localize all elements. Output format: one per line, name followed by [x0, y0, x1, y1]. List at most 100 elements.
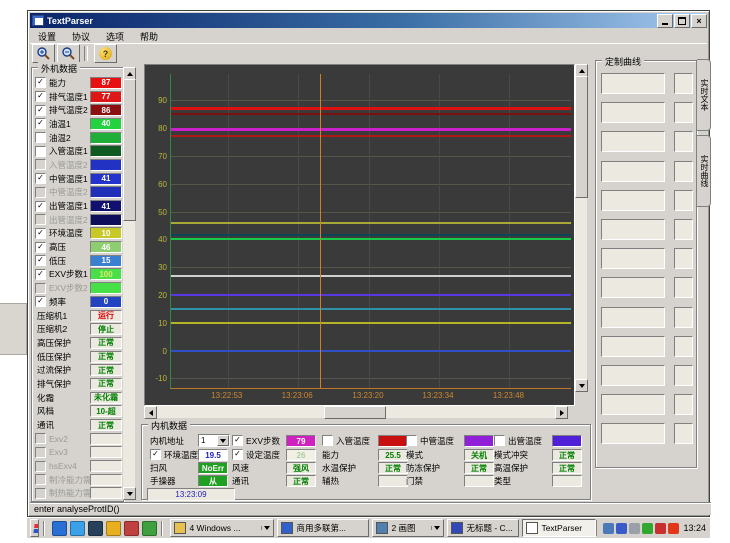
dropdown-button[interactable] [217, 435, 229, 446]
custom-curve-field[interactable] [601, 307, 665, 328]
checkbox[interactable]: ✓ [35, 118, 46, 129]
indoor-address-select[interactable]: 1 [198, 434, 230, 447]
chart-hscrollbar[interactable] [144, 406, 568, 418]
checkbox[interactable]: ✓ [35, 173, 46, 184]
scroll-left-button[interactable] [144, 406, 157, 419]
show-desktop-icon[interactable] [88, 521, 103, 536]
checkbox[interactable] [35, 447, 46, 458]
custom-curve-color-field[interactable] [674, 336, 693, 357]
custom-curve-field[interactable] [601, 131, 665, 152]
custom-curve-field[interactable] [601, 423, 665, 444]
custom-curve-color-field[interactable] [674, 248, 693, 269]
checkbox[interactable] [35, 474, 46, 485]
checkbox[interactable] [35, 488, 46, 499]
custom-curve-color-field[interactable] [674, 131, 693, 152]
checkbox[interactable] [35, 146, 46, 157]
custom-curve-color-field[interactable] [674, 423, 693, 444]
menu-item-1[interactable]: 协议 [64, 29, 98, 44]
scroll-right-button[interactable] [555, 406, 568, 419]
side-tab-1[interactable]: 实时曲线 [697, 135, 711, 207]
checkbox[interactable]: ✓ [232, 449, 243, 460]
title-bar[interactable]: TextParser × [30, 13, 707, 28]
zoom-in-button[interactable] [32, 44, 55, 63]
custom-curve-field[interactable] [601, 73, 665, 94]
custom-curve-field[interactable] [601, 336, 665, 357]
minimize-button[interactable] [657, 14, 673, 28]
checkbox[interactable] [35, 159, 46, 170]
custom-curve-field[interactable] [601, 190, 665, 211]
custom-curve-color-field[interactable] [674, 161, 693, 182]
chart-cursor[interactable] [320, 74, 321, 388]
messenger-icon[interactable] [616, 523, 627, 534]
checkbox[interactable] [35, 214, 46, 225]
checkbox[interactable]: ✓ [35, 255, 46, 266]
menu-item-3[interactable]: 帮助 [132, 29, 166, 44]
checkbox[interactable] [406, 435, 417, 446]
checkbox[interactable]: ✓ [35, 242, 46, 253]
task-button-4[interactable]: TextParser [522, 519, 596, 537]
checkbox[interactable]: ✓ [150, 449, 161, 460]
custom-curve-color-field[interactable] [674, 73, 693, 94]
group-dropdown-button[interactable] [431, 526, 440, 530]
checkbox[interactable] [35, 283, 46, 294]
custom-curve-field[interactable] [601, 277, 665, 298]
custom-curve-color-field[interactable] [674, 277, 693, 298]
power-icon[interactable] [668, 523, 679, 534]
custom-curve-field[interactable] [601, 394, 665, 415]
checkbox[interactable]: ✓ [35, 228, 46, 239]
scroll-down-button[interactable] [575, 379, 588, 392]
checkbox[interactable]: ✓ [35, 269, 46, 280]
checkbox[interactable] [35, 461, 46, 472]
outdoor-panel-scrollbar[interactable] [123, 67, 135, 500]
custom-curve-field[interactable] [601, 365, 665, 386]
help-button[interactable]: ? [94, 44, 117, 63]
custom-curve-color-field[interactable] [674, 219, 693, 240]
custom-curve-field[interactable] [601, 248, 665, 269]
group-dropdown-button[interactable] [261, 526, 270, 530]
checkbox[interactable] [35, 187, 46, 198]
task-button-1[interactable]: 商用多联第... [277, 519, 369, 537]
custom-curve-color-field[interactable] [674, 190, 693, 211]
custom-curve-color-field[interactable] [674, 394, 693, 415]
checkbox[interactable]: ✓ [35, 105, 46, 116]
checkbox[interactable]: ✓ [232, 435, 243, 446]
start-button[interactable]: 开始 [30, 519, 39, 537]
checkbox[interactable] [35, 433, 46, 444]
task-button-3[interactable]: 无标题 - C... [447, 519, 519, 537]
task-button-0[interactable]: 4 Windows ... [170, 519, 274, 537]
custom-curve-field[interactable] [601, 102, 665, 123]
printer-icon[interactable] [603, 523, 614, 534]
app-icon[interactable] [142, 521, 157, 536]
scroll-thumb[interactable] [324, 406, 386, 419]
chart-vscrollbar[interactable] [575, 64, 587, 392]
antivirus-icon[interactable] [655, 523, 666, 534]
side-tab-0[interactable]: 实时文本 [697, 59, 711, 131]
scroll-down-button[interactable] [123, 487, 136, 500]
checkbox[interactable]: ✓ [35, 77, 46, 88]
plot-area[interactable] [170, 74, 571, 389]
checkbox[interactable] [494, 435, 505, 446]
close-button[interactable]: × [691, 14, 707, 28]
menu-item-0[interactable]: 设置 [30, 29, 64, 44]
monitor-green-icon[interactable] [642, 523, 653, 534]
custom-curve-color-field[interactable] [674, 307, 693, 328]
checkbox[interactable]: ✓ [35, 201, 46, 212]
task-button-2[interactable]: 2 画图 [372, 519, 444, 537]
checkbox[interactable]: ✓ [35, 91, 46, 102]
custom-curve-field[interactable] [601, 161, 665, 182]
custom-curve-color-field[interactable] [674, 365, 693, 386]
custom-curve-field[interactable] [601, 219, 665, 240]
media-icon[interactable] [106, 521, 121, 536]
lock-icon[interactable] [124, 521, 139, 536]
ie-icon[interactable] [52, 521, 67, 536]
restore-button[interactable] [674, 14, 690, 28]
volume-icon[interactable] [629, 523, 640, 534]
custom-curve-color-field[interactable] [674, 102, 693, 123]
checkbox[interactable] [35, 132, 46, 143]
checkbox[interactable]: ✓ [35, 296, 46, 307]
mail-icon[interactable] [70, 521, 85, 536]
menu-item-2[interactable]: 选项 [98, 29, 132, 44]
zoom-out-button[interactable] [57, 44, 80, 63]
scroll-thumb[interactable] [575, 76, 588, 198]
checkbox[interactable] [322, 435, 333, 446]
